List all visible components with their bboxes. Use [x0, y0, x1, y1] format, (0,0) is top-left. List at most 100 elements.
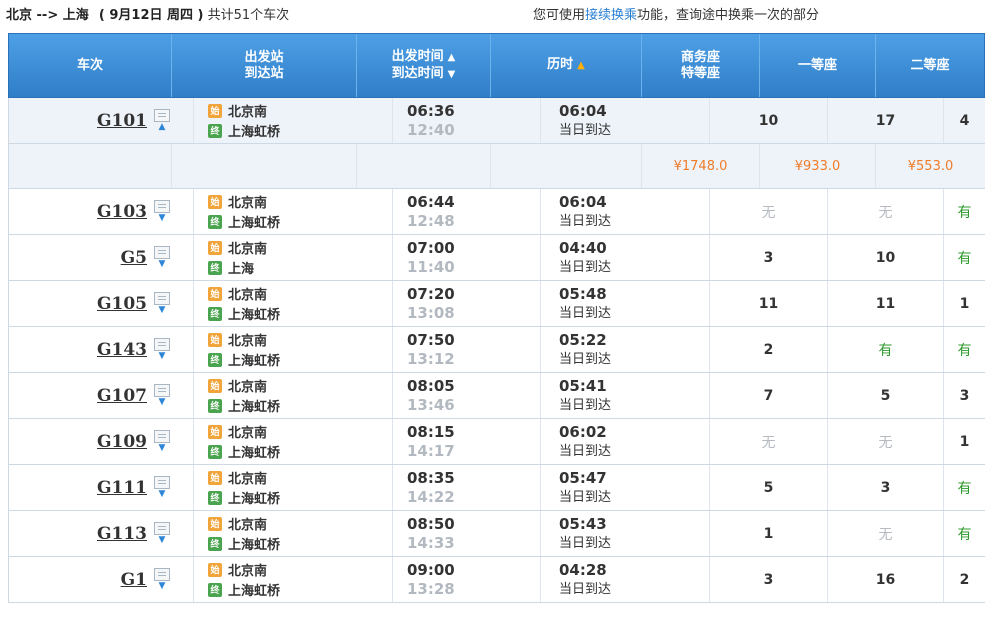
- arrival-time: 13:08: [407, 303, 455, 322]
- header-duration-label: 历时: [547, 57, 574, 72]
- start-station-icon: 始: [208, 194, 222, 209]
- sort-up-icon: ▲: [447, 51, 456, 63]
- table-row[interactable]: G101 ▲ 始北京南终上海虹桥 06:36 12:40 06:04 当日到达 10 17 4: [8, 98, 985, 144]
- train-info-icon[interactable]: [154, 522, 170, 535]
- train-info-icon[interactable]: [154, 200, 170, 213]
- train-number-link[interactable]: G1: [121, 570, 147, 590]
- start-station-icon: 始: [208, 103, 222, 118]
- table-row[interactable]: G113 ▼ 始北京南终上海虹桥 08:50 14:33 05:43 当日到达 1 无有: [8, 511, 985, 557]
- table-row[interactable]: G143 ▼ 始北京南终上海虹桥 07:50 13:12 05:22 当日到达 2 有有: [8, 327, 985, 373]
- duration: 05:41: [559, 376, 607, 395]
- train-number-link[interactable]: G105: [97, 294, 147, 314]
- train-number-link[interactable]: G5: [121, 248, 147, 268]
- business-seat: 2: [710, 327, 828, 372]
- second-class-seat: 有: [957, 526, 972, 543]
- business-seat: 1: [710, 511, 828, 556]
- expand-icon[interactable]: ▼: [159, 259, 166, 269]
- train-cell: G1 ▼: [9, 557, 194, 602]
- train-icons: ▼: [153, 568, 171, 591]
- train-number-link[interactable]: G101: [97, 111, 147, 131]
- arrival-time: 11:40: [407, 257, 455, 276]
- station-cell: 始北京南终上海虹桥: [194, 419, 393, 464]
- arrival-station: 上海虹桥: [228, 446, 281, 461]
- second-class-seat: 1: [959, 295, 970, 312]
- train-info-icon[interactable]: [154, 292, 170, 305]
- header-train: 车次: [9, 34, 172, 97]
- departure-station: 北京南: [228, 380, 268, 395]
- train-info-icon[interactable]: [154, 246, 170, 259]
- start-station-icon: 始: [208, 470, 222, 485]
- train-info-icon[interactable]: [154, 338, 170, 351]
- header-train-label: 车次: [76, 57, 103, 73]
- start-station-icon: 始: [208, 332, 222, 347]
- train-number-link[interactable]: G109: [97, 432, 147, 452]
- train-number-link[interactable]: G107: [97, 386, 147, 406]
- route-text: 北京 --> 上海: [6, 8, 89, 23]
- duration: 05:47: [559, 468, 607, 487]
- train-number-link[interactable]: G103: [97, 202, 147, 222]
- second-class-seat: 有: [957, 204, 972, 221]
- station-cell: 始北京南终上海虹桥: [194, 281, 393, 326]
- time-cell: 07:20 13:08: [393, 281, 541, 326]
- duration: 05:22: [559, 330, 607, 349]
- header-duration[interactable]: 历时 ▲: [491, 34, 642, 97]
- end-station-icon: 终: [208, 490, 222, 505]
- expand-icon[interactable]: ▼: [159, 535, 166, 545]
- business-seat: 7: [710, 373, 828, 418]
- duration-cell: 05:48 当日到达: [541, 281, 710, 326]
- train-number-link[interactable]: G143: [97, 340, 147, 360]
- transfer-link[interactable]: 接续换乘: [585, 8, 637, 23]
- expand-icon[interactable]: ▼: [159, 213, 166, 223]
- departure-station: 北京南: [228, 196, 268, 211]
- time-cell: 06:36 12:40: [393, 98, 541, 143]
- station-cell: 始北京南终上海虹桥: [194, 327, 393, 372]
- start-station-icon: 始: [208, 286, 222, 301]
- time-cell: 08:05 13:46: [393, 373, 541, 418]
- sort-arrival[interactable]: 到达时间 ▼: [392, 66, 456, 83]
- departure-time: 07:50: [407, 330, 455, 349]
- train-number-link[interactable]: G111: [97, 478, 147, 498]
- departure-station: 北京南: [228, 288, 268, 303]
- train-cell: G113 ▼: [9, 511, 194, 556]
- business-seat: 10: [710, 98, 828, 143]
- table-row[interactable]: G111 ▼ 始北京南终上海虹桥 08:35 14:22 05:47 当日到达 5 3 有: [8, 465, 985, 511]
- train-info-icon[interactable]: [154, 384, 170, 397]
- expand-icon[interactable]: ▼: [159, 581, 166, 591]
- time-cell: 06:44 12:48: [393, 189, 541, 234]
- sort-departure[interactable]: 出发时间 ▲: [392, 49, 456, 66]
- transfer-hint: 您可使用接续换乘功能，查询途中换乘一次的部分: [533, 0, 819, 32]
- table-row[interactable]: G105 ▼ 始北京南终上海虹桥 07:20 13:08 05:48 当日到达 11 11 1: [8, 281, 985, 327]
- station-cell: 始北京南终上海虹桥: [194, 511, 393, 556]
- second-class-seat: 2: [959, 571, 970, 588]
- table-row[interactable]: G1 ▼ 始北京南终上海虹桥 09:00 13:28 04:28 当日到达 3 16 2: [8, 557, 985, 603]
- table-row[interactable]: G107 ▼ 始北京南终上海虹桥 08:05 13:46 05:41 当日到达 7 5 3: [8, 373, 985, 419]
- first-class-seat: 无: [828, 189, 944, 234]
- expand-icon[interactable]: ▼: [159, 351, 166, 361]
- train-info-icon[interactable]: [154, 109, 170, 122]
- expand-icon[interactable]: ▼: [159, 305, 166, 315]
- end-station-icon: 终: [208, 123, 222, 138]
- business-price: ¥1748.0: [642, 144, 760, 188]
- expand-icon[interactable]: ▼: [159, 397, 166, 407]
- date-text: ( 9月12日 周四 ): [98, 8, 204, 23]
- train-info-icon[interactable]: [154, 568, 170, 581]
- train-count: 共计51个车次: [207, 8, 290, 23]
- train-info-icon[interactable]: [154, 430, 170, 443]
- header-station-bottom: 到达站: [244, 65, 284, 81]
- table-row[interactable]: G103 ▼ 始北京南终上海虹桥 06:44 12:48 06:04 当日到达无无有: [8, 189, 985, 235]
- arrival-station: 上海虹桥: [228, 492, 281, 507]
- departure-time: 07:00: [407, 238, 455, 257]
- table-row[interactable]: G109 ▼ 始北京南终上海虹桥 08:15 14:17 06:02 当日到达无无 1: [8, 419, 985, 465]
- table-row[interactable]: G5 ▼ 始北京南终上海 07:00 11:40 04:40 当日到达 3 10 有: [8, 235, 985, 281]
- train-info-icon[interactable]: [154, 476, 170, 489]
- second-class-seat: 4: [959, 112, 970, 129]
- expand-icon[interactable]: ▼: [159, 489, 166, 499]
- departure-station: 北京南: [228, 564, 268, 579]
- time-cell: 08:50 14:33: [393, 511, 541, 556]
- hint-suffix: 功能，查询途中换乘一次的部分: [637, 8, 820, 23]
- table-header: 车次 出发站 到达站 出发时间 ▲ 到达时间 ▼ 历时 ▲ 商务座 特等座 一等座 二…: [8, 33, 985, 98]
- collapse-icon[interactable]: ▲: [159, 122, 166, 132]
- expand-icon[interactable]: ▼: [159, 443, 166, 453]
- train-number-link[interactable]: G113: [97, 524, 147, 544]
- header-first-class: 一等座: [760, 34, 876, 97]
